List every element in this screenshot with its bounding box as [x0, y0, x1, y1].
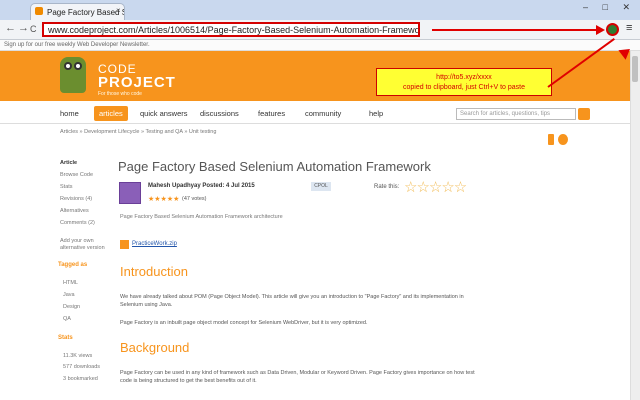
tag-item[interactable]: Design	[63, 304, 80, 310]
download-icon[interactable]	[120, 240, 129, 249]
back-icon[interactable]: ←	[5, 22, 16, 34]
paragraph: Page Factory can be used in any kind of …	[120, 370, 475, 384]
logo-tagline: For those who code	[98, 91, 142, 97]
share-icon[interactable]	[558, 134, 568, 145]
nav-quick-answers[interactable]: quick answers	[140, 109, 188, 118]
extension-icon[interactable]	[606, 23, 619, 36]
address-bar[interactable]: www.codeproject.com/Articles/1006514/Pag…	[42, 22, 420, 37]
browser-window: Page Factory Based Selenium × – □ ✕ ← → …	[0, 0, 640, 400]
stat-views: 11.3K views	[63, 353, 93, 359]
nav-community[interactable]: community	[305, 109, 341, 118]
tab-active[interactable]: Page Factory Based Selenium	[30, 3, 125, 20]
download-link[interactable]: PracticeWork.zip	[132, 241, 177, 247]
rate-label: Rate this:	[374, 184, 400, 190]
license-badge[interactable]: CPOL	[311, 182, 331, 191]
stat-downloads: 577 downloads	[63, 364, 101, 370]
mascot-eye	[74, 62, 82, 70]
callout-url: http://to5.xyz/xxxx	[436, 74, 492, 81]
sidebar-note[interactable]: Add your own	[60, 238, 94, 244]
nav-articles[interactable]: articles	[94, 106, 128, 121]
window-controls[interactable]: – □ ✕	[583, 2, 636, 13]
rating-stars: ★★★★★	[148, 196, 180, 203]
nav-discussions[interactable]: discussions	[200, 109, 239, 118]
bookmark-icon[interactable]	[548, 134, 554, 145]
menu-icon[interactable]: ≡	[626, 22, 632, 34]
breadcrumb[interactable]: Articles » Development Lifecycle » Testi…	[60, 129, 216, 135]
sidebar-note[interactable]: alternative version	[60, 245, 105, 251]
nav-features[interactable]: features	[258, 109, 285, 118]
mascot-logo[interactable]	[60, 57, 86, 93]
rate-this-stars[interactable]: ☆☆☆☆☆	[404, 178, 467, 196]
author-avatar[interactable]	[119, 182, 141, 204]
favicon-icon	[35, 7, 43, 15]
sidebar-link-browse-code[interactable]: Browse Code	[60, 172, 93, 178]
search-input[interactable]: Search for articles, questions, tips	[456, 108, 576, 120]
annotation-arrow-head	[596, 25, 605, 35]
paragraph: Page Factory is an inbuilt page object m…	[120, 320, 368, 326]
scrollbar-thumb[interactable]	[632, 56, 638, 82]
sidebar-link-comments[interactable]: Comments (2)	[60, 220, 95, 226]
heading-introduction: Introduction	[120, 264, 188, 279]
annotation-arrow	[432, 29, 600, 31]
scrollbar[interactable]	[630, 51, 640, 400]
nav-home[interactable]: home	[60, 109, 79, 118]
tag-item[interactable]: QA	[63, 316, 71, 322]
nav-help[interactable]: help	[369, 109, 383, 118]
mascot-eye	[64, 62, 72, 70]
article-summary: Page Factory Based Selenium Automation F…	[120, 214, 283, 220]
tagged-as-heading: Tagged as	[58, 262, 88, 268]
callout-message: copied to clipboard, just Ctrl+V to past…	[403, 84, 525, 91]
heading-background: Background	[120, 340, 190, 355]
close-tab-icon[interactable]: ×	[116, 6, 121, 15]
stats-heading: Stats	[58, 335, 73, 341]
votes-count: (47 votes)	[182, 196, 207, 202]
logo-text-project[interactable]: PROJECT	[98, 74, 176, 91]
article-title: Page Factory Based Selenium Automation F…	[118, 159, 431, 174]
tag-item[interactable]: HTML	[63, 280, 78, 286]
sidebar-link-stats[interactable]: Stats	[60, 184, 73, 190]
search-icon[interactable]	[578, 108, 590, 120]
sidebar-link-revisions[interactable]: Revisions (4)	[60, 196, 92, 202]
author-line[interactable]: Mahesh Upadhyay Posted: 4 Jul 2015	[148, 183, 255, 189]
reload-icon[interactable]: C	[30, 24, 37, 34]
forward-icon[interactable]: →	[18, 22, 29, 34]
paragraph: We have already talked about POM (Page O…	[120, 294, 464, 308]
bookmarks-bar[interactable]: Sign up for our free weekly Web Develope…	[0, 40, 640, 51]
sidebar-link-article[interactable]: Article	[60, 160, 77, 166]
tag-item[interactable]: Java	[63, 292, 75, 298]
stat-bookmarked: 3 bookmarked	[63, 376, 98, 382]
sidebar-link-alternatives[interactable]: Alternatives	[60, 208, 89, 214]
clipboard-callout: http://to5.xyz/xxxx copied to clipboard,…	[376, 68, 552, 96]
